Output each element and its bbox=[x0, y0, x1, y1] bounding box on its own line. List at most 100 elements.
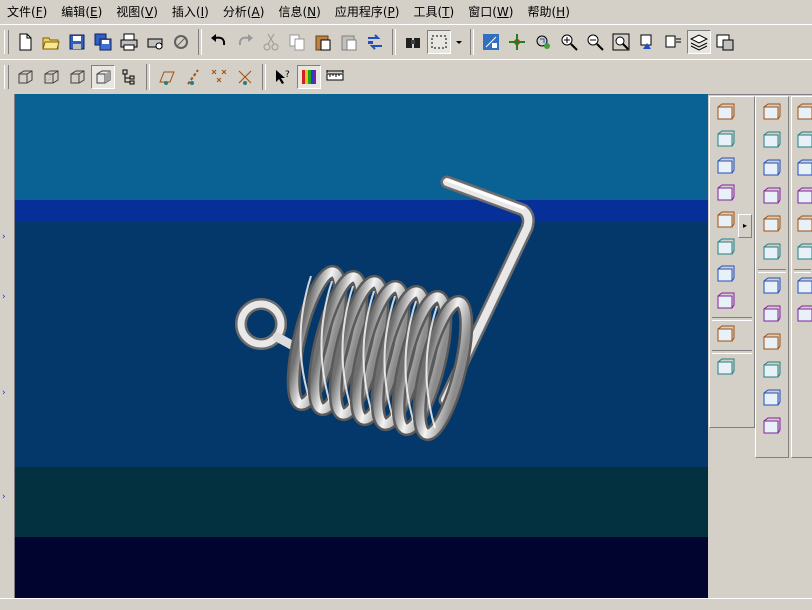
toolbar-grip[interactable] bbox=[4, 30, 9, 54]
saved-views-icon[interactable] bbox=[661, 30, 685, 54]
zoom-out-icon[interactable] bbox=[583, 30, 607, 54]
swept-blend-icon[interactable] bbox=[758, 241, 784, 265]
toolbar-grip[interactable] bbox=[4, 65, 9, 89]
spring-model[interactable] bbox=[15, 94, 708, 598]
paste-icon[interactable] bbox=[311, 30, 335, 54]
sketch-curve-icon[interactable] bbox=[712, 101, 738, 125]
menu-f[interactable]: 文件(F) bbox=[0, 2, 54, 22]
cut-icon[interactable] bbox=[259, 30, 283, 54]
find-icon[interactable] bbox=[401, 30, 425, 54]
menu-n[interactable]: 信息(N) bbox=[271, 2, 327, 22]
menu-accelerator: T bbox=[442, 5, 450, 19]
graphics-viewport[interactable] bbox=[15, 94, 708, 598]
left-splitter[interactable]: › › › › bbox=[0, 94, 15, 598]
toolbar-separator bbox=[146, 64, 150, 90]
hidden-line-icon[interactable] bbox=[39, 65, 63, 89]
copy-icon[interactable] bbox=[285, 30, 309, 54]
toolbar-separator bbox=[198, 29, 202, 55]
menu-label: 应用程序 bbox=[334, 5, 383, 19]
draft-icon[interactable] bbox=[758, 359, 784, 383]
datum-plane-icon[interactable] bbox=[712, 128, 738, 152]
menu-label: 文件 bbox=[7, 5, 32, 19]
annotation-icon[interactable] bbox=[712, 356, 738, 380]
status-area bbox=[0, 598, 812, 610]
warp-icon[interactable] bbox=[792, 303, 812, 327]
merge-icon[interactable] bbox=[792, 157, 812, 181]
repaint-icon[interactable] bbox=[635, 30, 659, 54]
print-icon[interactable] bbox=[117, 30, 141, 54]
menu-t[interactable]: 工具(T) bbox=[406, 2, 461, 22]
regenerate-icon[interactable] bbox=[363, 30, 387, 54]
mirror-icon[interactable] bbox=[792, 129, 812, 153]
variable-section-sweep-icon[interactable] bbox=[758, 157, 784, 181]
offset-point-icon[interactable] bbox=[712, 263, 738, 287]
select-filter-dropdown[interactable] bbox=[453, 30, 465, 54]
datum-curve-icon[interactable] bbox=[712, 182, 738, 206]
menu-accelerator: V bbox=[144, 5, 154, 19]
coord-sys-icon[interactable] bbox=[712, 323, 738, 347]
menu-label: 窗口 bbox=[468, 5, 493, 19]
coord-sys-display-icon[interactable] bbox=[233, 65, 257, 89]
chamfer-icon[interactable] bbox=[758, 415, 784, 439]
offset-icon[interactable] bbox=[792, 213, 812, 237]
measure-icon[interactable] bbox=[323, 65, 347, 89]
no-hidden-icon[interactable] bbox=[65, 65, 89, 89]
model-tree-icon[interactable] bbox=[117, 65, 141, 89]
palette-separator bbox=[758, 269, 786, 273]
rib-icon[interactable] bbox=[758, 331, 784, 355]
plot-icon[interactable] bbox=[143, 30, 167, 54]
shell-icon[interactable] bbox=[758, 303, 784, 327]
new-file-icon[interactable] bbox=[13, 30, 37, 54]
undo-icon[interactable] bbox=[207, 30, 231, 54]
menu-a[interactable]: 分析(A) bbox=[216, 2, 272, 22]
datum-plane-display-icon[interactable] bbox=[155, 65, 179, 89]
select-box-icon[interactable] bbox=[427, 30, 451, 54]
zoom-in-icon[interactable] bbox=[557, 30, 581, 54]
toolbar-separator bbox=[262, 64, 266, 90]
wireframe-icon[interactable] bbox=[13, 65, 37, 89]
revolve-icon[interactable] bbox=[758, 129, 784, 153]
save-icon[interactable] bbox=[65, 30, 89, 54]
sweep-icon[interactable] bbox=[758, 213, 784, 237]
paste-special-icon[interactable] bbox=[337, 30, 361, 54]
trim-icon[interactable] bbox=[792, 185, 812, 209]
datum-axis-icon[interactable] bbox=[712, 155, 738, 179]
menu-e[interactable]: 编辑(E) bbox=[54, 2, 109, 22]
context-help-icon[interactable]: ? bbox=[271, 65, 295, 89]
datum-point-icon[interactable] bbox=[712, 209, 738, 233]
toolbar-separator bbox=[392, 29, 396, 55]
thicken-icon[interactable] bbox=[792, 241, 812, 265]
menu-v[interactable]: 视图(V) bbox=[109, 2, 165, 22]
menu-i[interactable]: 插入(I) bbox=[165, 2, 216, 22]
datum-palette bbox=[709, 96, 755, 428]
orient-icon[interactable] bbox=[531, 30, 555, 54]
menu-accelerator: N bbox=[307, 5, 317, 19]
shading-icon[interactable] bbox=[91, 65, 115, 89]
menu-h[interactable]: 帮助(H) bbox=[520, 2, 576, 22]
view-manager-icon[interactable] bbox=[713, 30, 737, 54]
redo-icon[interactable] bbox=[233, 30, 257, 54]
datum-axis-display-icon[interactable] bbox=[181, 65, 205, 89]
layers-icon[interactable] bbox=[687, 30, 711, 54]
spin-center-icon[interactable] bbox=[505, 30, 529, 54]
datum-point-display-icon[interactable] bbox=[207, 65, 231, 89]
model-icon[interactable] bbox=[169, 30, 193, 54]
palette-expand-button[interactable]: ▸ bbox=[738, 214, 752, 238]
hole-icon[interactable] bbox=[758, 275, 784, 299]
solidify-icon[interactable] bbox=[792, 275, 812, 299]
save-all-icon[interactable] bbox=[91, 30, 115, 54]
datum-display-icon[interactable] bbox=[479, 30, 503, 54]
refit-icon[interactable] bbox=[609, 30, 633, 54]
menu-w[interactable]: 窗口(W) bbox=[461, 2, 520, 22]
pattern-icon[interactable] bbox=[792, 101, 812, 125]
datum-analysis-icon[interactable] bbox=[712, 290, 738, 314]
color-appearance-icon[interactable] bbox=[297, 65, 321, 89]
menu-p[interactable]: 应用程序(P) bbox=[328, 2, 407, 22]
menu-label: 帮助 bbox=[527, 5, 552, 19]
feature-palette bbox=[755, 96, 789, 458]
sketched-point-icon[interactable] bbox=[712, 236, 738, 260]
open-folder-icon[interactable] bbox=[39, 30, 63, 54]
extrude-icon[interactable] bbox=[758, 101, 784, 125]
round-icon[interactable] bbox=[758, 387, 784, 411]
blend-icon[interactable] bbox=[758, 185, 784, 209]
